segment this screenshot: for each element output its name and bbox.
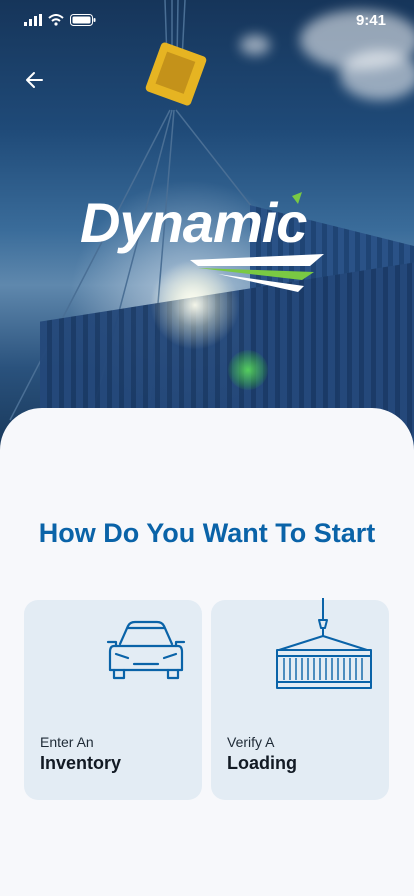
container-crane-icon xyxy=(276,598,372,689)
wifi-icon xyxy=(48,14,64,26)
clock: 9:41 xyxy=(355,12,386,29)
status-icons xyxy=(24,14,96,26)
loading-option-line2: Loading xyxy=(227,753,297,773)
status-bar: 9:41 xyxy=(0,0,414,40)
car-icon xyxy=(106,620,186,680)
brand-logo: Dynamic xyxy=(78,190,338,300)
bottom-sheet: How Do You Want To Start Enter An Invent xyxy=(0,408,414,896)
inventory-option-line1: Enter An xyxy=(40,734,94,750)
inventory-option-line2: Inventory xyxy=(40,753,122,773)
loading-option-card[interactable]: Verify A Loading xyxy=(211,598,389,800)
signal-icon xyxy=(24,14,42,26)
inventory-option-card[interactable]: Enter An Inventory xyxy=(24,600,202,800)
back-button[interactable] xyxy=(22,68,50,92)
battery-icon xyxy=(70,14,96,26)
page-title: How Do You Want To Start xyxy=(38,518,376,548)
start-screen: 9:41 Dynamic How Do You Want To Start En… xyxy=(0,0,414,896)
logo-swoosh xyxy=(190,192,324,292)
arrow-left-icon xyxy=(26,72,43,88)
loading-option-line1: Verify A xyxy=(227,734,275,750)
